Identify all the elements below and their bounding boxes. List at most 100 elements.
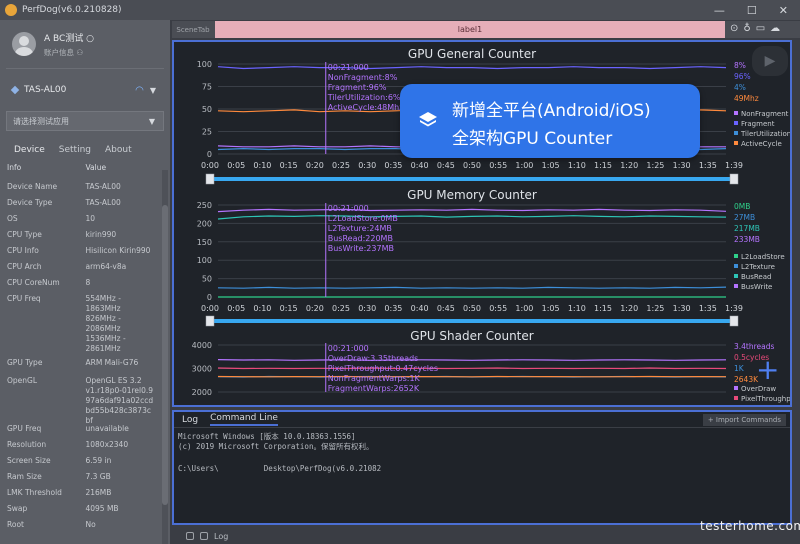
info-value: 8 <box>85 278 91 287</box>
table-row: Screen Size 6.59 in <box>0 456 162 472</box>
x-tick-label: 1:15 <box>594 161 612 170</box>
import-commands-button[interactable]: + Import Commands <box>702 413 786 426</box>
x-tick-label: 1:35 <box>699 161 717 170</box>
time-range-slider <box>210 177 734 181</box>
log-tabs: Log Command Line + Import Commands <box>174 412 790 428</box>
app-select[interactable]: 请选择测试应用 ▼ <box>6 111 164 131</box>
x-tick-label: 0:35 <box>384 304 402 313</box>
folder-icon[interactable]: ▭ <box>756 23 765 34</box>
add-chart-icon[interactable]: + <box>756 356 779 384</box>
legend-swatch <box>734 264 738 268</box>
y-tick-label: 0 <box>207 150 212 159</box>
tab-log[interactable]: Log <box>182 415 198 425</box>
legend-value: 0MB <box>734 202 750 211</box>
chevron-down-icon[interactable]: ▼ <box>149 117 155 126</box>
info-key: CPU Arch <box>7 262 42 271</box>
x-tick-label: 0:50 <box>463 161 481 170</box>
tab-device[interactable]: Device <box>14 145 45 155</box>
y-tick-label: 50 <box>202 105 212 114</box>
table-header: Info Value <box>0 163 162 182</box>
legend-label: BusWrite <box>741 283 772 291</box>
table-row: CPU CoreNum 8 <box>0 278 162 294</box>
log-icon[interactable] <box>200 532 208 540</box>
y-tick-label: 50 <box>202 275 212 284</box>
y-tick-label: 75 <box>202 83 212 92</box>
time-range-slider <box>210 319 734 323</box>
log-panel: Log Command Line + Import Commands Micro… <box>172 410 792 525</box>
x-tick-label: 1:39 <box>725 161 743 170</box>
x-tick-label: 0:55 <box>489 161 507 170</box>
info-scrollbar-thumb[interactable] <box>162 205 168 505</box>
table-row: GPU Freq unavailable <box>0 424 162 440</box>
info-value: unavailable <box>85 424 129 433</box>
tooltip-line: PixelThroughput:0.47cycles <box>328 364 438 373</box>
info-key: LMK Threshold <box>7 488 62 497</box>
x-tick-label: 0:05 <box>227 161 245 170</box>
table-row: CPU Freq 554MHz - 1863MHz 826MHz - 2086MH… <box>0 294 162 358</box>
layout-icon[interactable] <box>186 532 194 540</box>
device-select[interactable]: TAS-AL00 ◠ ▼ <box>6 81 164 99</box>
status-log-label[interactable]: Log <box>214 532 228 541</box>
close-icon[interactable]: ✕ <box>779 4 788 17</box>
series-line-buswrite <box>217 208 727 213</box>
console-prompt: C:\Users\ Desktop\PerfDog(v6.0.21082 <box>178 464 382 473</box>
legend-swatch <box>734 131 738 135</box>
info-key: CPU CoreNum <box>7 278 60 287</box>
legend-label: TilerUtilization <box>740 130 791 138</box>
x-tick-label: 1:35 <box>699 304 717 313</box>
x-tick-label: 1:20 <box>620 161 638 170</box>
legend-swatch <box>734 274 738 278</box>
device-name: TAS-AL00 <box>24 85 67 95</box>
location-icon[interactable]: ⊙ <box>730 23 738 34</box>
x-tick-label: 0:35 <box>384 161 402 170</box>
play-icon[interactable]: ▶ <box>752 46 788 76</box>
table-row: Swap 4095 MB <box>0 504 162 520</box>
app-title: PerfDog(v6.0.210828) <box>22 5 122 15</box>
x-tick-label: 0:45 <box>437 161 455 170</box>
minimize-icon[interactable]: — <box>714 4 725 17</box>
info-value: 1080x2340 <box>85 440 129 449</box>
tab-setting[interactable]: Setting <box>59 145 91 155</box>
console-output[interactable]: Microsoft Windows [版本 10.0.18363.1556] (c… <box>174 428 790 478</box>
info-value: 4095 MB <box>85 504 119 513</box>
x-tick-label: 0:20 <box>306 161 324 170</box>
table-row: Device Type TAS-AL00 <box>0 198 162 214</box>
divider <box>6 68 164 69</box>
column-header-info: Info <box>7 163 22 172</box>
legend-value: 4% <box>734 83 746 92</box>
info-key: OS <box>7 214 18 223</box>
tooltip-line: OverDraw:3.35threads <box>328 354 419 363</box>
table-row: CPU Info Hisilicon Kirin990 <box>0 246 162 262</box>
legend-value: 233MB <box>734 235 760 244</box>
tab-about[interactable]: About <box>105 145 132 155</box>
scene-bar: SceneTab label1 ⊙ ♁ ▭ ☁ <box>172 21 800 38</box>
user-section[interactable]: A BC测试 ○ 账户信息 ⚇ <box>0 20 170 68</box>
x-tick-label: 0:30 <box>358 304 376 313</box>
x-tick-label: 1:00 <box>515 304 533 313</box>
x-tick-label: 1:30 <box>673 304 691 313</box>
maximize-icon[interactable]: ☐ <box>747 4 757 17</box>
slider-handle-left <box>205 315 215 327</box>
avatar[interactable] <box>12 32 36 56</box>
account-info-link[interactable]: 账户信息 ⚇ <box>44 47 94 58</box>
cloud-icon[interactable]: ☁ <box>770 23 780 34</box>
slider-handle-right <box>729 315 739 327</box>
x-tick-label: 0:00 <box>201 304 219 313</box>
info-key: CPU Type <box>7 230 42 239</box>
layers-icon <box>419 112 437 127</box>
info-value: TAS-AL00 <box>85 182 121 191</box>
console-line: Microsoft Windows [版本 10.0.18363.1556] <box>178 432 356 441</box>
table-row: CPU Arch arm64-v8a <box>0 262 162 278</box>
info-key: GPU Type <box>7 358 43 367</box>
scene-tab[interactable]: SceneTab <box>172 21 214 38</box>
y-tick-label: 150 <box>197 238 212 247</box>
pin-icon[interactable]: ♁ <box>743 23 750 34</box>
tab-command-line[interactable]: Command Line <box>210 413 278 426</box>
info-key: Device Name <box>7 182 58 191</box>
scene-label[interactable]: label1 <box>215 21 725 38</box>
title-bar: PerfDog(v6.0.210828) — ☐ ✕ <box>0 0 800 20</box>
slider-handle-left <box>205 173 215 185</box>
legend-swatch <box>734 111 738 115</box>
x-tick-label: 1:10 <box>568 161 586 170</box>
chevron-down-icon[interactable]: ▼ <box>150 86 156 95</box>
